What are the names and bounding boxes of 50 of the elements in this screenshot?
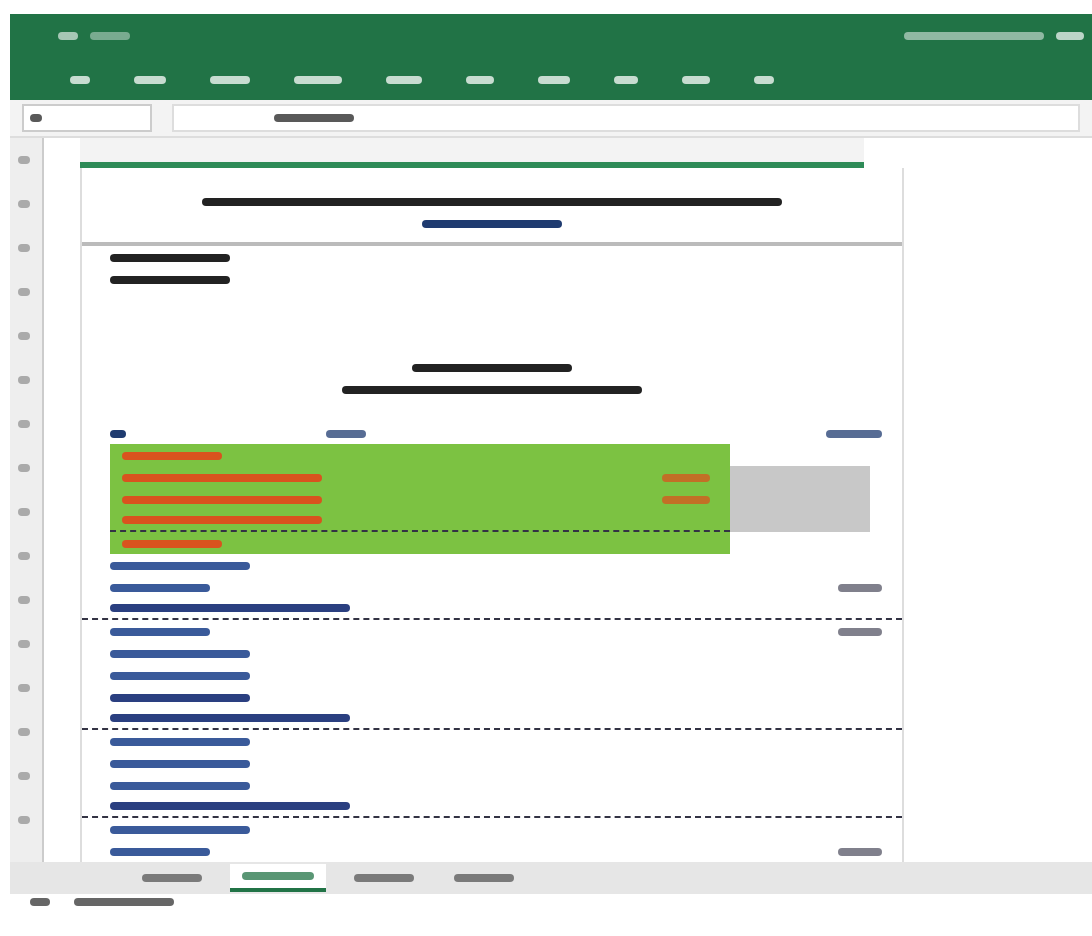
shaded-cell	[730, 466, 870, 488]
blurred-text	[18, 464, 30, 472]
blurred-text	[466, 75, 494, 83]
blurred-text	[18, 684, 30, 692]
blurred-text	[326, 429, 366, 437]
blurred-text	[354, 874, 414, 882]
blurred-text	[838, 847, 882, 855]
blurred-text	[386, 75, 422, 83]
blurred-text	[242, 872, 314, 880]
blurred-text	[682, 75, 710, 83]
blurred-text	[826, 429, 882, 437]
blurred-text	[90, 32, 130, 40]
blurred-text	[58, 32, 78, 40]
blurred-text	[454, 874, 514, 882]
blurred-text	[18, 640, 30, 648]
blurred-text	[134, 75, 166, 83]
blurred-text	[838, 583, 882, 591]
blurred-text	[18, 332, 30, 340]
blurred-text	[18, 816, 30, 824]
blurred-text	[754, 75, 774, 83]
sheet-tab[interactable]	[230, 864, 326, 892]
blurred-text	[18, 420, 30, 428]
blurred-text	[30, 898, 50, 906]
blurred-text	[18, 244, 30, 252]
blurred-text	[904, 32, 1044, 40]
blurred-text	[274, 114, 354, 122]
shaded-cell	[730, 510, 870, 532]
blurred-text	[662, 473, 710, 481]
blurred-text	[1056, 32, 1084, 40]
blurred-text	[18, 508, 30, 516]
blurred-text	[18, 376, 30, 384]
blurred-text	[30, 114, 42, 122]
blurred-text	[18, 552, 30, 560]
blurred-text	[142, 874, 202, 882]
blurred-text	[838, 627, 882, 635]
formula-bar[interactable]	[172, 104, 1080, 132]
name-box[interactable]	[22, 104, 152, 132]
blurred-text	[614, 75, 638, 83]
blurred-text	[70, 75, 90, 83]
blurred-text	[18, 596, 30, 604]
blurred-text	[18, 288, 30, 296]
blurred-text	[294, 75, 342, 83]
blurred-text	[538, 75, 570, 83]
blurred-text	[18, 772, 30, 780]
blurred-text	[74, 898, 174, 906]
blurred-text	[18, 156, 30, 164]
blurred-text	[662, 495, 710, 503]
blurred-text	[18, 200, 30, 208]
blurred-text	[210, 75, 250, 83]
blurred-text	[18, 728, 30, 736]
